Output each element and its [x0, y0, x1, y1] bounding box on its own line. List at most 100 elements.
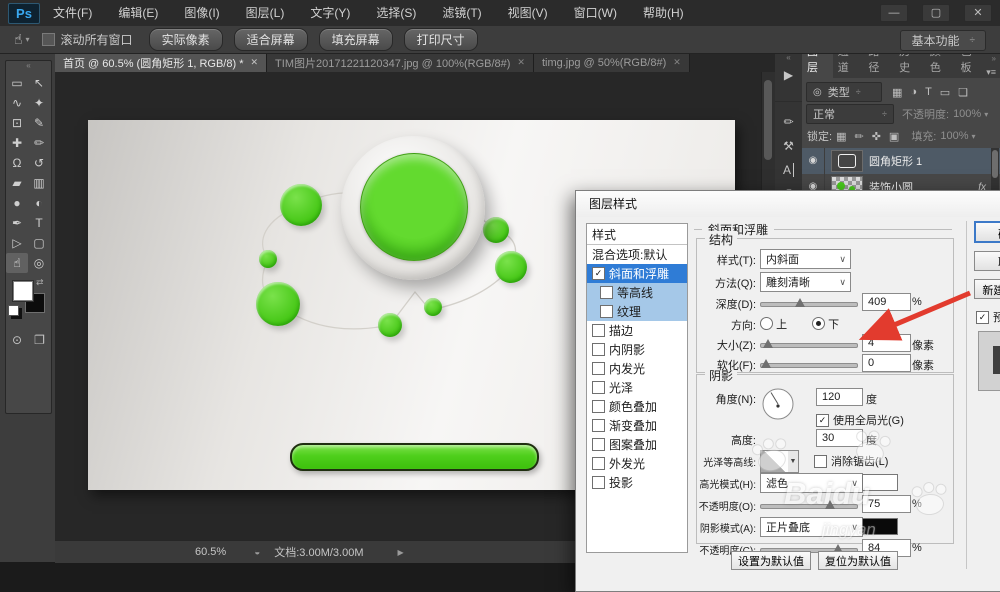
lock-all-icon[interactable]: ▣ [889, 130, 899, 143]
filter-pixel-layers-icon[interactable]: ▦ [892, 86, 902, 99]
dialog-title[interactable]: 图层样式 [576, 191, 1000, 217]
tab-close-icon[interactable]: ✕ [251, 57, 259, 68]
angle-input[interactable]: 120 [816, 388, 863, 406]
checkbox-unchecked[interactable] [592, 400, 605, 413]
menu-view[interactable]: 视图(V) [495, 0, 561, 26]
menu-type[interactable]: 文字(Y) [297, 0, 363, 26]
tab-close-icon[interactable]: ✕ [673, 57, 681, 68]
zoom-tool[interactable]: ◎ [28, 253, 50, 273]
highlight-color-swatch[interactable] [862, 474, 898, 491]
size-input[interactable]: 4 [862, 334, 911, 352]
checkbox-unchecked[interactable] [592, 362, 605, 375]
visibility-eye-icon[interactable]: ◉ [802, 148, 825, 174]
highlight-mode-dropdown[interactable]: 滤色 ∨ [760, 473, 863, 493]
reset-default-button[interactable]: 复位为默认值 [818, 551, 898, 570]
tab-close-icon[interactable]: ✕ [517, 57, 525, 68]
new-style-button[interactable]: 新建样式... [974, 279, 1000, 299]
status-menu-arrow-icon[interactable]: ▶ [398, 548, 404, 557]
filter-smart-objects-icon[interactable]: ❏ [958, 86, 968, 99]
opacity-value[interactable]: 100% [953, 108, 981, 120]
magic-wand-tool[interactable]: ✦ [28, 93, 50, 113]
actions-panel-button[interactable]: ▶ [775, 63, 802, 87]
antialias-checkbox[interactable] [814, 454, 827, 468]
menu-filter[interactable]: 滤镜(T) [429, 0, 494, 26]
move-tool[interactable]: ↖ [28, 73, 50, 93]
checkbox-unchecked[interactable] [592, 324, 605, 337]
list-item-satin[interactable]: 光泽 [587, 378, 687, 397]
gradient-tool[interactable]: ▥ [28, 173, 50, 193]
healing-brush-tool[interactable]: ✚ [6, 133, 28, 153]
checkbox-unchecked[interactable] [592, 457, 605, 470]
blur-tool[interactable]: ● [6, 193, 28, 213]
slider-thumb[interactable] [763, 339, 773, 348]
soften-slider[interactable] [760, 359, 858, 368]
menu-select[interactable]: 选择(S) [363, 0, 429, 26]
screen-mode-icon[interactable]: ❐ [34, 333, 45, 347]
zoom-level-field[interactable]: 60.5% [195, 546, 226, 558]
depth-input[interactable]: 409 [862, 293, 911, 311]
tab-timg[interactable]: timg.jpg @ 50%(RGB/8#) ✕ [533, 53, 690, 72]
list-item-gradient-overlay[interactable]: 渐变叠加 [587, 416, 687, 435]
actual-pixels-button[interactable]: 实际像素 [148, 28, 223, 51]
size-slider[interactable] [760, 339, 858, 348]
layer-row-rounded-rect[interactable]: ◉ 圆角矩形 1 [802, 148, 1000, 174]
list-item-outer-glow[interactable]: 外发光 [587, 454, 687, 473]
list-item-drop-shadow[interactable]: 投影 [587, 473, 687, 492]
clone-stamp-tool[interactable]: Ω [6, 153, 28, 173]
contour-dropdown-arrow-icon[interactable]: ▼ [788, 450, 799, 473]
shape-tool[interactable]: ▢ [28, 233, 50, 253]
quick-mask-icon[interactable]: ⊙ [12, 333, 22, 347]
fill-arrow-icon[interactable]: ▾ [972, 132, 976, 141]
blend-mode-dropdown[interactable]: 正常 ÷ [806, 104, 894, 124]
preview-checkbox[interactable]: ✓ [976, 310, 989, 324]
checkbox-unchecked[interactable] [592, 476, 605, 489]
menu-help[interactable]: 帮助(H) [630, 0, 697, 26]
direction-up-radio[interactable] [760, 317, 773, 330]
bevel-style-dropdown[interactable]: 内斜面 ∨ [760, 249, 851, 269]
layer-filter-dropdown[interactable]: ◎ 类型 ÷ [806, 82, 882, 102]
technique-dropdown[interactable]: 雕刻清晰 ∨ [760, 272, 851, 292]
fill-screen-button[interactable]: 填充屏幕 [318, 28, 393, 51]
list-item-texture[interactable]: 纹理 [587, 302, 687, 321]
foreground-color-chip[interactable] [13, 281, 33, 301]
filter-adjustment-layers-icon[interactable]: ◑ [910, 86, 917, 98]
checkbox-unchecked[interactable] [600, 286, 613, 299]
global-light-checkbox[interactable]: ✓ [816, 413, 829, 427]
path-selection-tool[interactable]: ▷ [6, 233, 28, 253]
lock-pixels-icon[interactable]: ✏ [854, 130, 863, 143]
soften-input[interactable]: 0 [862, 354, 911, 372]
scroll-all-windows-checkbox[interactable] [41, 33, 55, 46]
panel-menu-icon[interactable]: ▾≡ [986, 67, 996, 78]
layer-thumbnail[interactable] [831, 150, 863, 172]
eraser-tool[interactable]: ▰ [6, 173, 28, 193]
type-tool[interactable]: T [28, 213, 50, 233]
cancel-button[interactable]: 取消 [974, 251, 1000, 271]
opacity-arrow-icon[interactable]: ▾ [984, 110, 988, 119]
fit-screen-button[interactable]: 适合屏幕 [233, 28, 308, 51]
checkbox-unchecked[interactable] [600, 305, 613, 318]
altitude-input[interactable]: 30 [816, 429, 863, 447]
scrollbar-thumb[interactable] [992, 150, 998, 178]
checkbox-unchecked[interactable] [592, 419, 605, 432]
brush-presets-panel-button[interactable]: ✏ [775, 110, 802, 134]
slider-thumb[interactable] [761, 359, 771, 368]
slider-thumb[interactable] [825, 500, 835, 509]
workspace-switcher[interactable]: 基本功能 ÷ [900, 30, 986, 51]
gloss-contour-thumbnail[interactable] [760, 450, 790, 473]
list-item-pattern-overlay[interactable]: 图案叠加 [587, 435, 687, 454]
list-item-bevel-emboss[interactable]: ✓ 斜面和浮雕 [587, 264, 687, 283]
collapse-tools-icon[interactable]: « [6, 61, 51, 71]
checkbox-unchecked[interactable] [592, 381, 605, 394]
layer-name[interactable]: 圆角矩形 1 [869, 153, 922, 169]
menu-image[interactable]: 图像(I) [171, 0, 232, 26]
minimize-button[interactable]: — [880, 4, 908, 22]
menu-layer[interactable]: 图层(L) [233, 0, 298, 26]
slider-thumb[interactable] [795, 298, 805, 307]
lock-position-icon[interactable]: ✜ [872, 130, 881, 143]
collapse-dock-icon[interactable]: « [775, 53, 802, 63]
hand-tool[interactable]: ☝ [6, 253, 28, 273]
shadow-color-swatch[interactable] [862, 518, 898, 535]
history-brush-tool[interactable]: ↺ [28, 153, 50, 173]
tab-home-document[interactable]: 首页 @ 60.5% (圆角矩形 1, RGB/8) * ✕ [55, 53, 268, 72]
menu-window[interactable]: 窗口(W) [561, 0, 630, 26]
